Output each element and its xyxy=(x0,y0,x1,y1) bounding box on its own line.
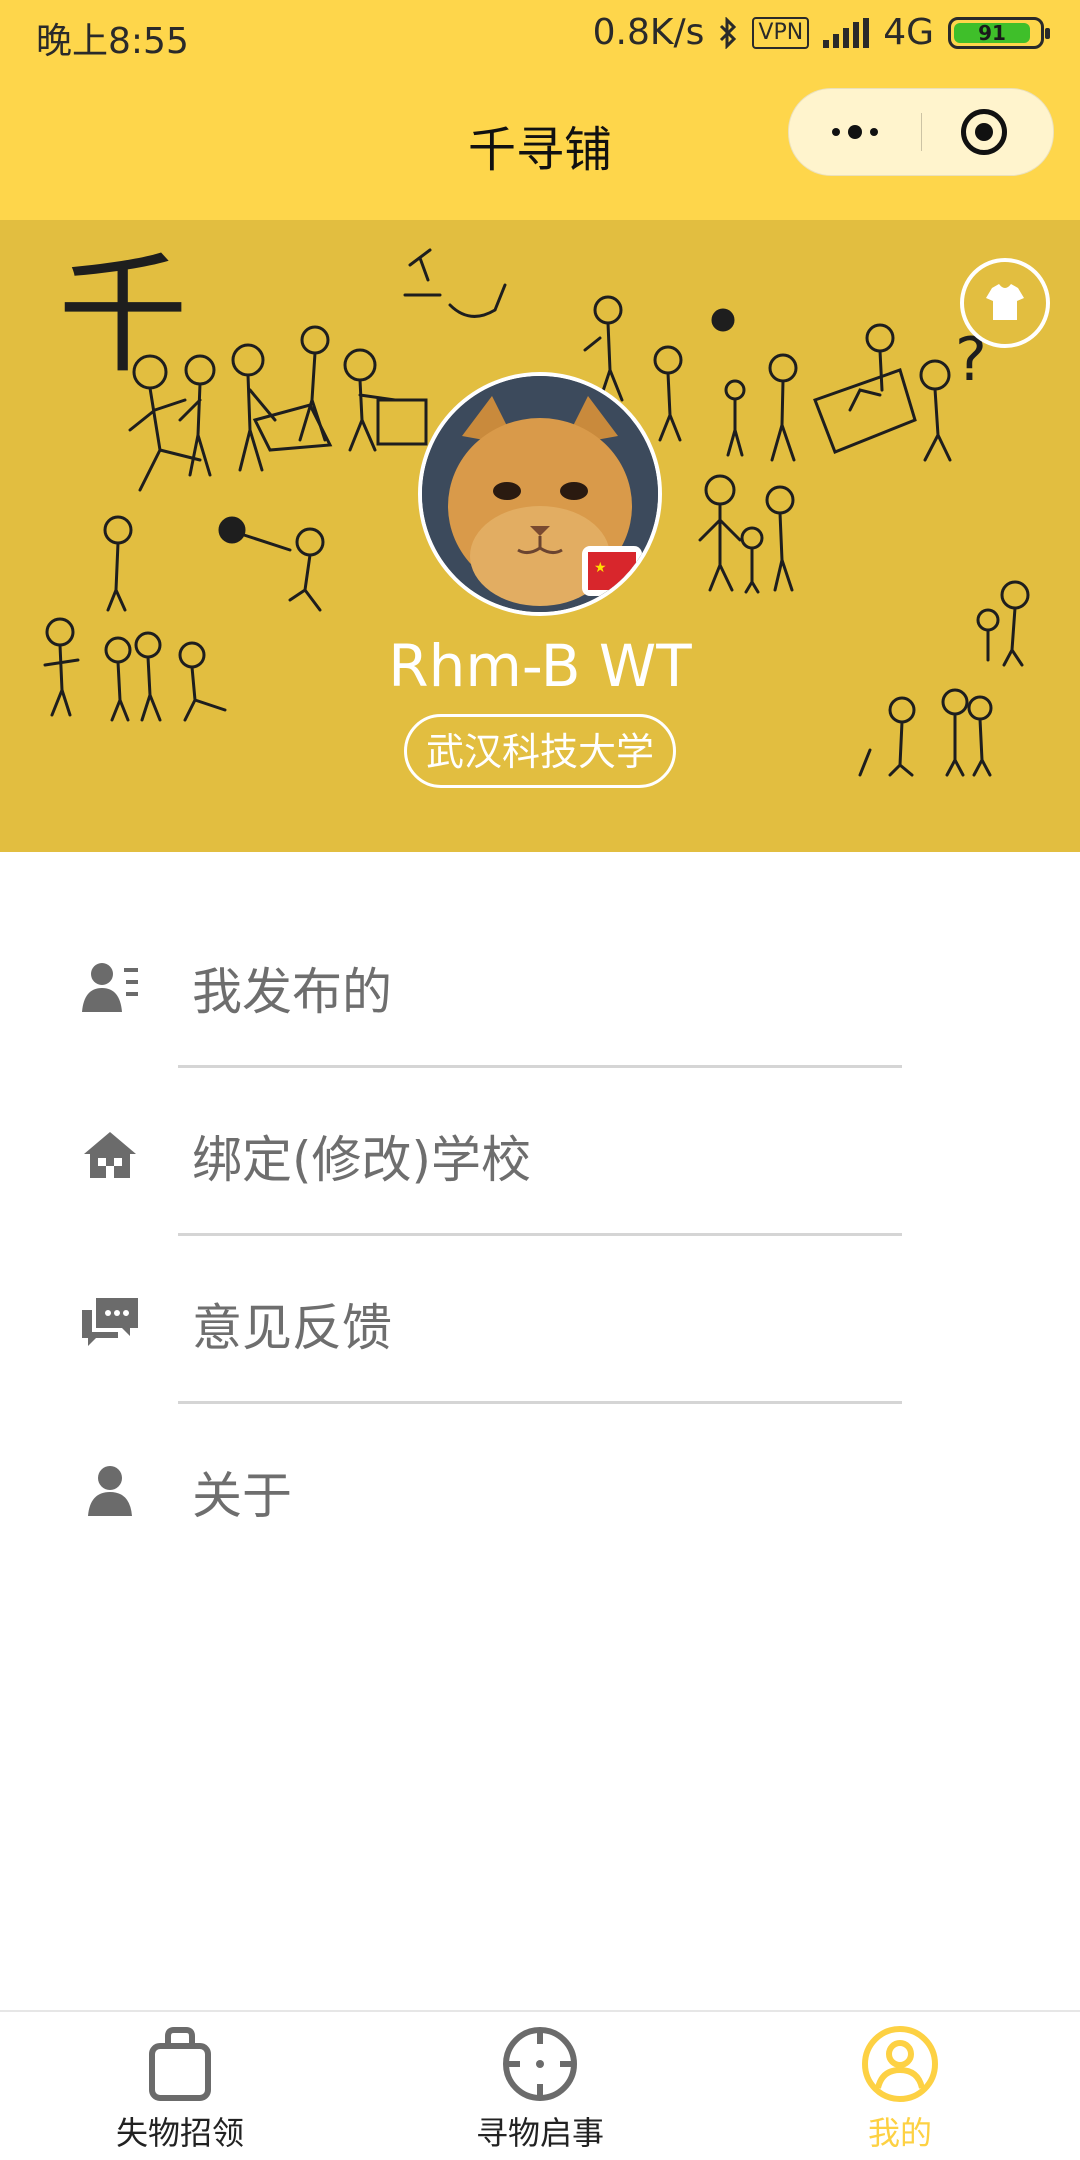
user-list-icon xyxy=(82,963,138,1012)
tab-mine[interactable]: 我的 xyxy=(720,2012,1080,2160)
vpn-badge: VPN xyxy=(752,16,810,49)
battery-icon: 91 xyxy=(948,16,1050,49)
more-icon xyxy=(832,128,840,136)
header: 晚上8:55 0.8K/s VPN 4G 91 千寻铺 xyxy=(0,0,1080,220)
tab-search-notice[interactable]: 寻物启事 xyxy=(360,2012,720,2160)
bag-icon xyxy=(149,2027,211,2101)
home-icon xyxy=(84,1132,136,1178)
network-speed: 0.8K/s xyxy=(592,12,705,53)
change-skin-button[interactable] xyxy=(960,258,1050,348)
menu-item-bind-school[interactable]: 绑定(修改)学校 xyxy=(0,1068,1080,1236)
avatar[interactable]: ★ xyxy=(418,372,662,616)
tab-label: 我的 xyxy=(867,2114,932,2152)
doodle-character: 千 xyxy=(58,239,188,391)
menu-item-about[interactable]: 关于 xyxy=(0,1404,1080,1572)
menu-label: 意见反馈 xyxy=(192,1299,392,1357)
profile-icon xyxy=(862,2026,938,2102)
close-miniprogram-button[interactable] xyxy=(961,109,1007,155)
cat-avatar-image: ★ xyxy=(422,376,658,612)
tab-label: 失物招领 xyxy=(115,2114,244,2152)
tab-bar: 失物招领 寻物启事 我的 xyxy=(0,2010,1080,2160)
menu-item-my-posts[interactable]: 我发布的 xyxy=(0,900,1080,1068)
tshirt-icon xyxy=(986,284,1024,320)
tab-label: 寻物启事 xyxy=(475,2114,604,2152)
menu-label: 绑定(修改)学校 xyxy=(192,1131,532,1189)
more-button[interactable] xyxy=(789,89,921,175)
user-icon xyxy=(88,1466,132,1516)
school-badge[interactable]: 武汉科技大学 xyxy=(404,714,676,788)
menu-list: 我发布的 绑定(修改)学校 意见反馈 关于 xyxy=(0,900,1080,1572)
battery-level: 91 xyxy=(954,22,1030,43)
user-name: Rhm-B WT xyxy=(388,632,692,700)
network-type: 4G xyxy=(883,12,934,53)
chat-icon xyxy=(82,1298,138,1346)
tab-lost-found[interactable]: 失物招领 xyxy=(0,2012,360,2160)
status-right: 0.8K/s VPN 4G 91 xyxy=(592,12,1050,53)
crosshair-icon xyxy=(503,2027,577,2101)
signal-icon xyxy=(823,17,870,48)
menu-item-feedback[interactable]: 意见反馈 xyxy=(0,1236,1080,1404)
status-bar: 晚上8:55 0.8K/s VPN 4G 91 xyxy=(0,0,1080,70)
profile-banner: 千 ? ★ Rhm-B WT 武汉科技大学 xyxy=(0,220,1080,852)
status-time: 晚上8:55 xyxy=(36,21,189,62)
miniprogram-capsule xyxy=(788,88,1054,176)
bluetooth-icon xyxy=(720,16,737,49)
menu-label: 关于 xyxy=(192,1467,292,1525)
menu-label: 我发布的 xyxy=(192,963,392,1021)
svg-text:★: ★ xyxy=(594,560,607,576)
